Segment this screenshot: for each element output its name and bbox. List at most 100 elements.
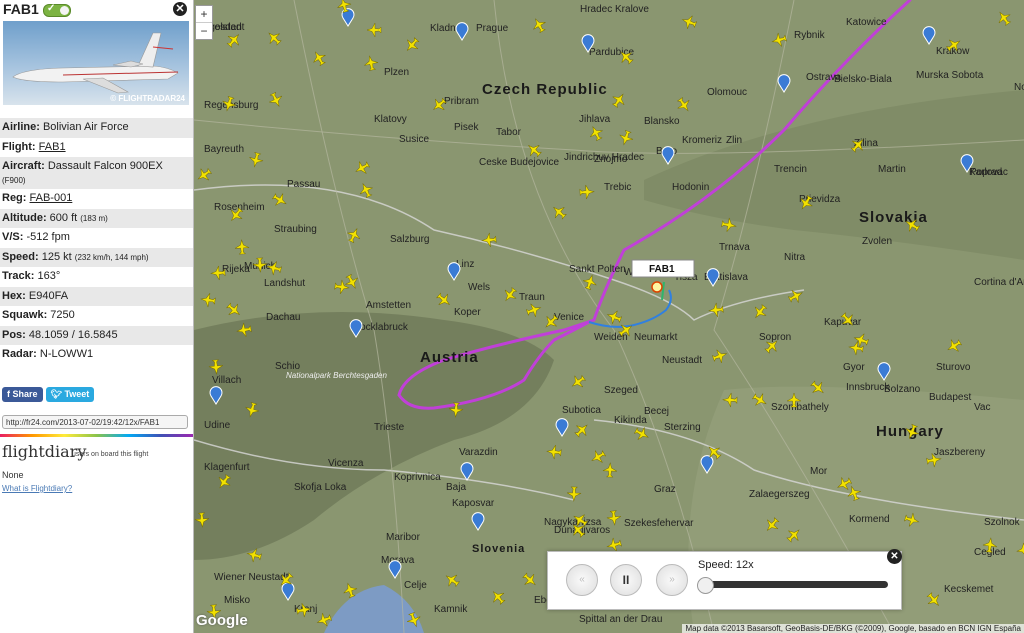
detail-value: N-LOWW1: [39, 348, 94, 360]
city-label: Hodonin: [672, 182, 709, 193]
flight-callsign: FAB1: [3, 1, 39, 17]
playback-panel: « II » Speed: 12x: [547, 551, 902, 610]
city-label: Straubing: [274, 224, 317, 235]
city-label: Krakow: [936, 46, 970, 57]
city-label: Gyor: [843, 362, 865, 373]
flight-info-panel: FAB1 ✓ ✕ © FLIGHTRADAR24 Airline: Bolivi…: [0, 0, 194, 633]
city-label: Innsbruck: [846, 382, 890, 393]
pause-button[interactable]: II: [610, 564, 642, 596]
city-label: Jihlava: [579, 114, 611, 125]
country-label: Slovenia: [472, 543, 525, 555]
city-label: Vac: [974, 402, 991, 413]
park-label: Nationalpark Berchtesgaden: [286, 371, 388, 380]
map-canvas[interactable]: Dresden Kladno Prague Pardubice Hradec Kralo…: [194, 0, 1024, 633]
detail-value[interactable]: FAB-001: [30, 192, 73, 204]
city-label: Kamnik: [434, 604, 468, 615]
zoom-in-button[interactable]: +: [196, 6, 212, 23]
city-label: Klatovy: [374, 114, 407, 125]
facebook-share-button[interactable]: f Share: [2, 387, 43, 402]
city-label: Nitra: [784, 252, 806, 263]
detail-row: Radar: N-LOWW1: [0, 345, 193, 365]
rewind-button[interactable]: «: [566, 564, 598, 596]
what-is-flightdiary-link[interactable]: What is Flightdiary?: [2, 484, 72, 493]
twitter-icon: 🐦︎: [50, 389, 65, 399]
city-label: Budapest: [929, 392, 971, 403]
detail-label: Aircraft:: [2, 160, 45, 172]
city-label: Maribor: [386, 532, 421, 543]
city-label: Vicenza: [328, 458, 364, 469]
city-label: Jaszbereny: [934, 447, 985, 458]
callout-label: FAB1: [649, 264, 675, 275]
city-label: Traun: [519, 292, 545, 303]
share-url-field[interactable]: http://fr24.com/2013-07-02/19:42/12x/FAB…: [2, 415, 188, 429]
city-label: Znojmo: [594, 154, 628, 165]
city-label: Subotica: [562, 405, 601, 416]
city-label: Rybnik: [794, 30, 826, 41]
city-label: Trencin: [774, 164, 807, 175]
close-panel-button[interactable]: ✕: [173, 2, 187, 16]
country-label: Austria: [420, 349, 479, 366]
detail-note: (183 m): [80, 213, 108, 223]
city-label: Neumarkt: [634, 332, 678, 343]
detail-row: Track: 163°: [0, 267, 193, 287]
city-label: Bayreuth: [204, 144, 244, 155]
fast-forward-button[interactable]: »: [656, 564, 688, 596]
selected-aircraft-icon[interactable]: [651, 281, 663, 293]
detail-value: 48.1059 / 16.5845: [28, 328, 118, 341]
city-label: Misko: [224, 595, 251, 606]
follow-toggle[interactable]: ✓: [43, 3, 71, 17]
detail-row: Pos: 48.1059 / 16.5845: [0, 325, 193, 345]
city-label: Bielsko-Biala: [834, 74, 892, 85]
detail-value: -512 fpm: [26, 231, 70, 243]
detail-row: Reg: FAB-001: [0, 189, 193, 209]
detail-label: Radar:: [2, 348, 37, 360]
detail-row: Hex: E940FA: [0, 286, 193, 306]
city-label: Nowy Sa: [1014, 82, 1024, 93]
city-label: Sopron: [759, 332, 791, 343]
city-label: Kikinda: [614, 415, 647, 426]
toggle-knob: [60, 6, 69, 15]
city-label: Kormend: [849, 514, 890, 525]
city-label: Szeged: [604, 385, 638, 396]
city-label: Zalaegerszeg: [749, 489, 810, 500]
speed-slider-track[interactable]: [698, 581, 888, 588]
country-label: Slovakia: [859, 209, 928, 226]
detail-label: Squawk:: [2, 309, 48, 321]
city-label: Szombathely: [771, 402, 829, 413]
detail-row: Flight: FAB1: [0, 138, 193, 158]
detail-value: 163°: [37, 270, 61, 282]
city-label: Susice: [399, 134, 429, 145]
map-layer[interactable]: Dresden Kladno PraguePardubiceHradec Kralo…: [194, 0, 1024, 633]
city-label: Dachau: [266, 312, 300, 323]
city-label: Zvolen: [862, 236, 892, 247]
zoom-control: + −: [195, 5, 213, 40]
photo-credit: © FLIGHTRADAR24: [110, 94, 185, 103]
city-label: Baja: [446, 482, 466, 493]
city-label: Passau: [287, 179, 320, 190]
tweet-button[interactable]: 🐦︎ Tweet: [45, 387, 95, 402]
close-player-button[interactable]: ✕: [887, 549, 902, 564]
city-label: Ceske Budejovice: [479, 157, 559, 168]
detail-value: E940FA: [28, 289, 69, 302]
city-label: Amstetten: [366, 300, 411, 311]
city-label: Szolnok: [984, 517, 1021, 528]
city-label: Skofja Loka: [294, 482, 347, 493]
city-label: Graz: [654, 484, 676, 495]
city-label: Celje: [404, 580, 427, 591]
city-label: Katowice: [846, 17, 887, 28]
flightdiary-users-value: None: [2, 470, 24, 480]
speed-slider-handle[interactable]: [697, 577, 714, 594]
detail-label: Altitude:: [2, 211, 47, 224]
flight-details: Airline: Bolivian Air Force Flight: FAB1 A…: [0, 118, 193, 365]
zoom-out-button[interactable]: −: [196, 23, 212, 39]
city-label: Rijeka: [222, 264, 250, 275]
city-label: Prague: [476, 23, 509, 34]
detail-value[interactable]: FAB1: [39, 141, 66, 153]
city-label: Villach: [212, 375, 241, 386]
detail-label: Flight:: [2, 140, 36, 153]
detail-value: Dassault Falcon 900EX: [47, 160, 163, 172]
city-label: Trebic: [604, 182, 631, 193]
detail-label: Pos:: [2, 328, 26, 341]
detail-label: V/S:: [2, 231, 24, 243]
speed-label: Speed: 12x: [698, 559, 754, 571]
